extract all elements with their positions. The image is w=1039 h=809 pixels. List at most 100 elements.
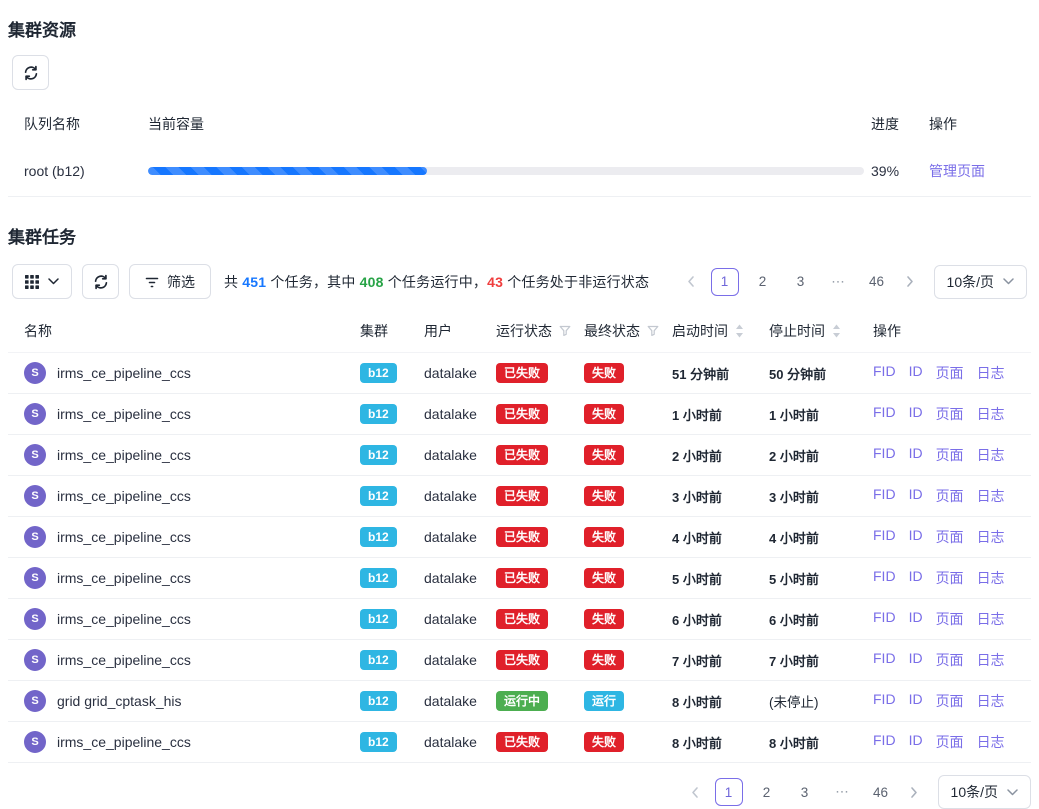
action-link-id[interactable]: ID	[909, 568, 923, 588]
table-row: Sirms_ce_pipeline_ccsb12datalake已失败失败4 小…	[8, 517, 1031, 558]
action-link-日志[interactable]: 日志	[977, 732, 1005, 752]
task-name-cell: Sirms_ce_pipeline_ccs	[24, 485, 360, 507]
pagination-page-2[interactable]: 2	[753, 778, 781, 806]
pagination-top: 123⋯4610条/页	[680, 265, 1027, 299]
action-link-fid[interactable]: FID	[873, 650, 896, 670]
pagination-prev-icon[interactable]	[684, 778, 708, 806]
run-status-badge: 已失败	[496, 404, 548, 424]
grid-icon	[25, 275, 39, 289]
run-status-badge: 已失败	[496, 363, 548, 383]
pagination-page-3[interactable]: 3	[787, 268, 815, 296]
action-link-页面[interactable]: 页面	[936, 568, 964, 588]
task-name-cell: Sirms_ce_pipeline_ccs	[24, 567, 360, 589]
action-link-id[interactable]: ID	[909, 363, 923, 383]
action-link-页面[interactable]: 页面	[936, 404, 964, 424]
action-link-id[interactable]: ID	[909, 691, 923, 711]
tasks-table-body: Sirms_ce_pipeline_ccsb12datalake已失败失败51 …	[8, 353, 1031, 763]
action-link-id[interactable]: ID	[909, 650, 923, 670]
sorter-icon[interactable]	[735, 324, 744, 338]
stop-time: 3 小时前	[769, 487, 861, 506]
tasks-table: 名称 集群 用户 运行状态 最终状态 启动时间	[8, 310, 1031, 763]
pagination-prev-icon[interactable]	[680, 268, 704, 296]
avatar: S	[24, 649, 46, 671]
action-link-fid[interactable]: FID	[873, 363, 896, 383]
action-link-日志[interactable]: 日志	[977, 363, 1005, 383]
task-name: irms_ce_pipeline_ccs	[57, 488, 191, 504]
filter-button[interactable]: 筛选	[129, 264, 211, 299]
row-actions: FID ID 页面日志	[861, 732, 1015, 752]
action-link-页面[interactable]: 页面	[936, 732, 964, 752]
action-link-页面[interactable]: 页面	[936, 527, 964, 547]
action-link-id[interactable]: ID	[909, 445, 923, 465]
column-settings-button[interactable]	[12, 264, 72, 299]
pagination-next-icon[interactable]	[902, 778, 926, 806]
action-link-日志[interactable]: 日志	[977, 691, 1005, 711]
action-link-日志[interactable]: 日志	[977, 568, 1005, 588]
action-link-页面[interactable]: 页面	[936, 363, 964, 383]
action-link-fid[interactable]: FID	[873, 691, 896, 711]
pagination-next-icon[interactable]	[898, 268, 922, 296]
action-link-日志[interactable]: 日志	[977, 404, 1005, 424]
pagination-page-1[interactable]: 1	[715, 778, 743, 806]
page-size-select[interactable]: 10条/页	[934, 265, 1027, 299]
action-link-id[interactable]: ID	[909, 404, 923, 424]
capacity-progress-fill	[148, 167, 427, 175]
stop-time: 2 小时前	[769, 446, 861, 465]
action-link-日志[interactable]: 日志	[977, 445, 1005, 465]
avatar: S	[24, 485, 46, 507]
pagination-page-46[interactable]: 46	[863, 268, 891, 296]
action-link-页面[interactable]: 页面	[936, 609, 964, 629]
action-link-fid[interactable]: FID	[873, 568, 896, 588]
cluster-badge: b12	[360, 568, 397, 588]
action-link-fid[interactable]: FID	[873, 732, 896, 752]
pagination-page-3[interactable]: 3	[791, 778, 819, 806]
start-time: 7 小时前	[672, 651, 769, 670]
task-name: irms_ce_pipeline_ccs	[57, 652, 191, 668]
pagination-page-2[interactable]: 2	[749, 268, 777, 296]
action-link-fid[interactable]: FID	[873, 404, 896, 424]
action-link-id[interactable]: ID	[909, 732, 923, 752]
task-name: irms_ce_pipeline_ccs	[57, 406, 191, 422]
filter-funnel-icon[interactable]	[559, 325, 571, 337]
start-time: 2 小时前	[672, 446, 769, 465]
row-actions: FID ID 页面日志	[861, 691, 1015, 711]
row-actions: FID ID 页面日志	[861, 486, 1015, 506]
action-link-日志[interactable]: 日志	[977, 609, 1005, 629]
table-row: Sirms_ce_pipeline_ccsb12datalake已失败失败7 小…	[8, 640, 1031, 681]
action-link-页面[interactable]: 页面	[936, 486, 964, 506]
action-link-页面[interactable]: 页面	[936, 691, 964, 711]
action-link-日志[interactable]: 日志	[977, 527, 1005, 547]
action-link-页面[interactable]: 页面	[936, 445, 964, 465]
tasks-summary-text: 共 451 个任务，其中 408 个任务运行中，43 个任务处于非运行状态	[224, 272, 649, 292]
action-link-id[interactable]: ID	[909, 609, 923, 629]
summary-segment: 共	[224, 274, 242, 290]
page-size-select[interactable]: 10条/页	[938, 775, 1031, 809]
resources-refresh-button[interactable]	[12, 55, 49, 90]
action-link-页面[interactable]: 页面	[936, 650, 964, 670]
final-status-badge: 失败	[584, 527, 624, 547]
action-link-fid[interactable]: FID	[873, 486, 896, 506]
avatar: S	[24, 690, 46, 712]
action-link-id[interactable]: ID	[909, 486, 923, 506]
user-name: datalake	[424, 406, 496, 422]
final-status-badge: 失败	[584, 732, 624, 752]
task-name: irms_ce_pipeline_ccs	[57, 570, 191, 586]
manage-page-link[interactable]: 管理页面	[929, 161, 1015, 181]
col-cluster: 集群	[360, 321, 424, 341]
action-link-fid[interactable]: FID	[873, 445, 896, 465]
action-link-日志[interactable]: 日志	[977, 650, 1005, 670]
task-name: irms_ce_pipeline_ccs	[57, 529, 191, 545]
filter-funnel-icon[interactable]	[647, 325, 659, 337]
resources-table: 队列名称 当前容量 进度 操作 root (b12) 39% 管理页面	[8, 100, 1031, 197]
tasks-refresh-button[interactable]	[82, 264, 119, 299]
page: 集群资源 队列名称 当前容量 进度 操作 root (b12) 39% 管理页面	[0, 0, 1039, 809]
action-link-日志[interactable]: 日志	[977, 486, 1005, 506]
pagination-page-46[interactable]: 46	[867, 778, 895, 806]
pagination-page-1[interactable]: 1	[711, 268, 739, 296]
action-link-id[interactable]: ID	[909, 527, 923, 547]
action-link-fid[interactable]: FID	[873, 527, 896, 547]
row-actions: FID ID 页面日志	[861, 445, 1015, 465]
task-name-cell: Sirms_ce_pipeline_ccs	[24, 444, 360, 466]
action-link-fid[interactable]: FID	[873, 609, 896, 629]
sorter-icon[interactable]	[832, 324, 841, 338]
